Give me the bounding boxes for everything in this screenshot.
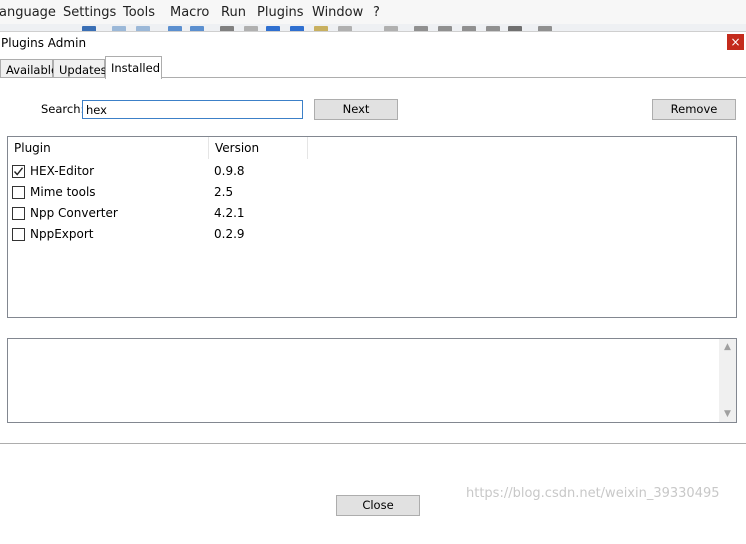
close-icon[interactable]: × <box>727 34 744 50</box>
menu-help[interactable]: ? <box>373 5 380 20</box>
plugin-checkbox[interactable] <box>12 207 25 220</box>
list-header: Plugin Version <box>8 137 308 159</box>
tab-bar: Available Updates Installed <box>0 56 746 79</box>
plugin-version: 2.5 <box>214 185 234 199</box>
menu-tools[interactable]: Tools <box>123 5 155 20</box>
menu-plugins[interactable]: Plugins <box>257 5 304 20</box>
tab-installed[interactable]: Installed <box>105 56 162 79</box>
plugin-version: 0.9.8 <box>214 164 245 178</box>
plugin-name: Mime tools <box>30 185 96 199</box>
plugin-name: Npp Converter <box>30 206 118 220</box>
menu-run[interactable]: Run <box>221 5 246 20</box>
plugin-description[interactable]: ▲ ▼ <box>7 338 737 423</box>
close-button[interactable]: Close <box>336 495 420 516</box>
plugin-name: HEX-Editor <box>30 164 95 178</box>
menu-bar: anguage Settings Tools Macro Run Plugins… <box>0 0 746 26</box>
search-input[interactable] <box>82 100 303 119</box>
plugins-admin-dialog: Plugins Admin × Available Updates Instal… <box>0 31 746 544</box>
menu-macro[interactable]: Macro <box>170 5 209 20</box>
tab-available[interactable]: Available <box>0 59 58 79</box>
list-item[interactable]: Mime tools 2.5 <box>8 182 736 203</box>
menu-settings[interactable]: Settings <box>63 5 116 20</box>
next-button[interactable]: Next <box>314 99 398 120</box>
plugin-version: 4.2.1 <box>214 206 245 220</box>
menu-language[interactable]: anguage <box>0 5 56 20</box>
watermark: https://blog.csdn.net/weixin_39330495 <box>466 486 720 501</box>
list-item[interactable]: HEX-Editor 0.9.8 <box>8 161 736 182</box>
remove-button[interactable]: Remove <box>652 99 736 120</box>
plugin-checkbox[interactable] <box>12 165 25 178</box>
list-item[interactable]: Npp Converter 4.2.1 <box>8 203 736 224</box>
menu-window[interactable]: Window <box>312 5 363 20</box>
check-icon <box>13 167 24 176</box>
scroll-down-icon[interactable]: ▼ <box>719 406 736 422</box>
tab-updates[interactable]: Updates <box>53 59 107 79</box>
list-item[interactable]: NppExport 0.2.9 <box>8 224 736 245</box>
plugin-checkbox[interactable] <box>12 228 25 241</box>
dialog-title: Plugins Admin <box>1 36 87 50</box>
scroll-up-icon[interactable]: ▲ <box>719 339 736 355</box>
plugin-version: 0.2.9 <box>214 227 245 241</box>
column-header-version[interactable]: Version <box>209 137 308 159</box>
plugin-list: Plugin Version HEX-Editor 0.9.8 Mime too… <box>7 136 737 318</box>
scrollbar[interactable]: ▲ ▼ <box>719 339 736 422</box>
column-header-plugin[interactable]: Plugin <box>8 137 209 159</box>
search-label: Search: <box>41 102 85 116</box>
plugin-checkbox[interactable] <box>12 186 25 199</box>
plugin-name: NppExport <box>30 227 94 241</box>
